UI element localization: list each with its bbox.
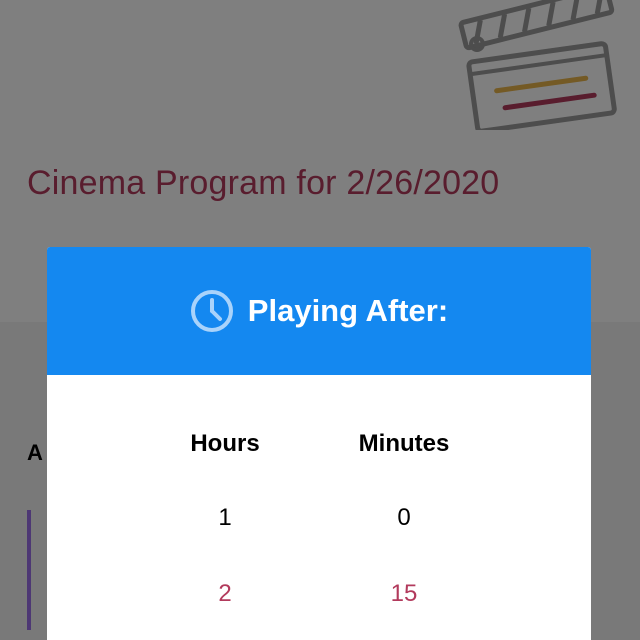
dialog-header: Playing After: <box>47 247 591 375</box>
minutes-option[interactable]: 15 <box>314 580 494 608</box>
hours-option[interactable]: 1 <box>135 504 315 532</box>
time-picker-dialog: Playing After: Hours Minutes 1 0 2 15 <box>47 247 591 640</box>
dialog-title: Playing After: <box>247 293 449 328</box>
clock-icon <box>190 290 233 332</box>
minutes-option[interactable]: 0 <box>314 504 494 532</box>
hours-column-header: Hours <box>190 430 260 457</box>
minutes-column-header: Minutes <box>358 430 450 457</box>
hours-option[interactable]: 2 <box>135 580 315 608</box>
